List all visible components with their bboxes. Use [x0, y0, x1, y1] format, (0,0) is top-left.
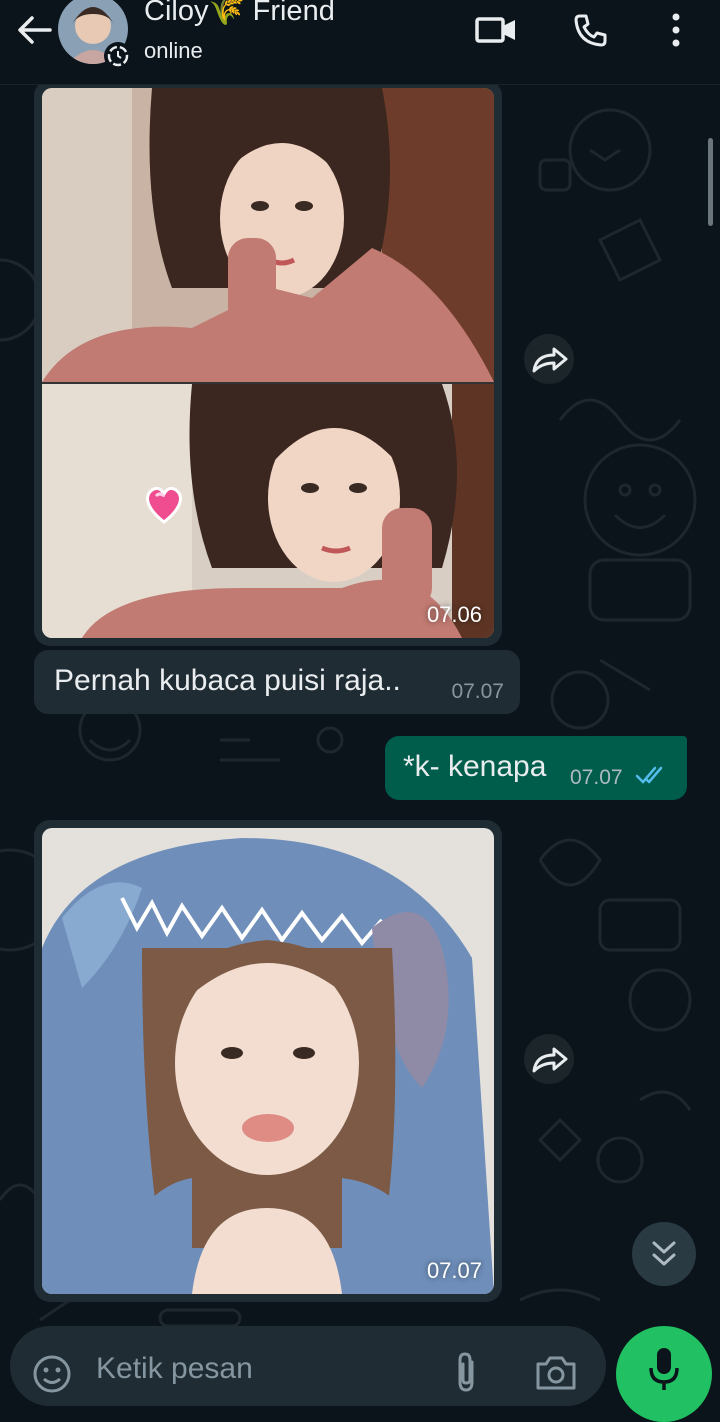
message-input[interactable]: Ketik pesan [96, 1352, 253, 1386]
message-text: *k- kenapa [403, 750, 547, 783]
photo[interactable]: 07.07 [42, 828, 494, 1294]
incoming-message[interactable]: Pernah kubaca puisi raja.. 07.07 [34, 650, 520, 714]
sticker-emoji-icon[interactable] [30, 1350, 74, 1394]
more-options-icon[interactable] [652, 10, 700, 50]
paperclip-icon[interactable] [446, 1350, 486, 1394]
scroll-to-bottom-button[interactable] [632, 1222, 696, 1286]
microphone-icon [649, 1348, 679, 1390]
message-time: 07.07 [426, 1258, 482, 1283]
video-call-icon[interactable] [472, 10, 520, 50]
phone-call-icon[interactable] [566, 10, 614, 50]
message-time: 07.07 [570, 766, 623, 789]
image-message[interactable]: 07.07 [34, 820, 502, 1302]
message-composer[interactable]: Ketik pesan [10, 1326, 606, 1406]
chat-header: Ciloy🌾 Friend online [0, 0, 720, 85]
contact-name[interactable]: Ciloy🌾 Friend [144, 0, 335, 28]
forward-button[interactable] [524, 1034, 574, 1084]
contact-status: online [144, 38, 203, 63]
message-text: Pernah kubaca puisi raja.. [54, 664, 401, 697]
back-arrow-icon[interactable] [12, 12, 56, 48]
heart-sticker-icon [142, 482, 186, 526]
message-time: 07.06 [426, 602, 482, 627]
double-chevron-down-icon [652, 1241, 676, 1266]
read-ticks-icon [635, 765, 669, 790]
outgoing-message[interactable]: *k- kenapa 07.07 [385, 736, 687, 800]
scrollbar[interactable] [708, 138, 713, 226]
photo[interactable]: 07.06 [42, 88, 494, 638]
camera-icon[interactable] [534, 1352, 578, 1392]
status-ring-icon [104, 42, 132, 70]
image-message[interactable]: 07.06 [34, 80, 502, 646]
forward-button[interactable] [524, 334, 574, 384]
message-time: 07.07 [451, 680, 504, 703]
microphone-button[interactable] [616, 1326, 712, 1422]
